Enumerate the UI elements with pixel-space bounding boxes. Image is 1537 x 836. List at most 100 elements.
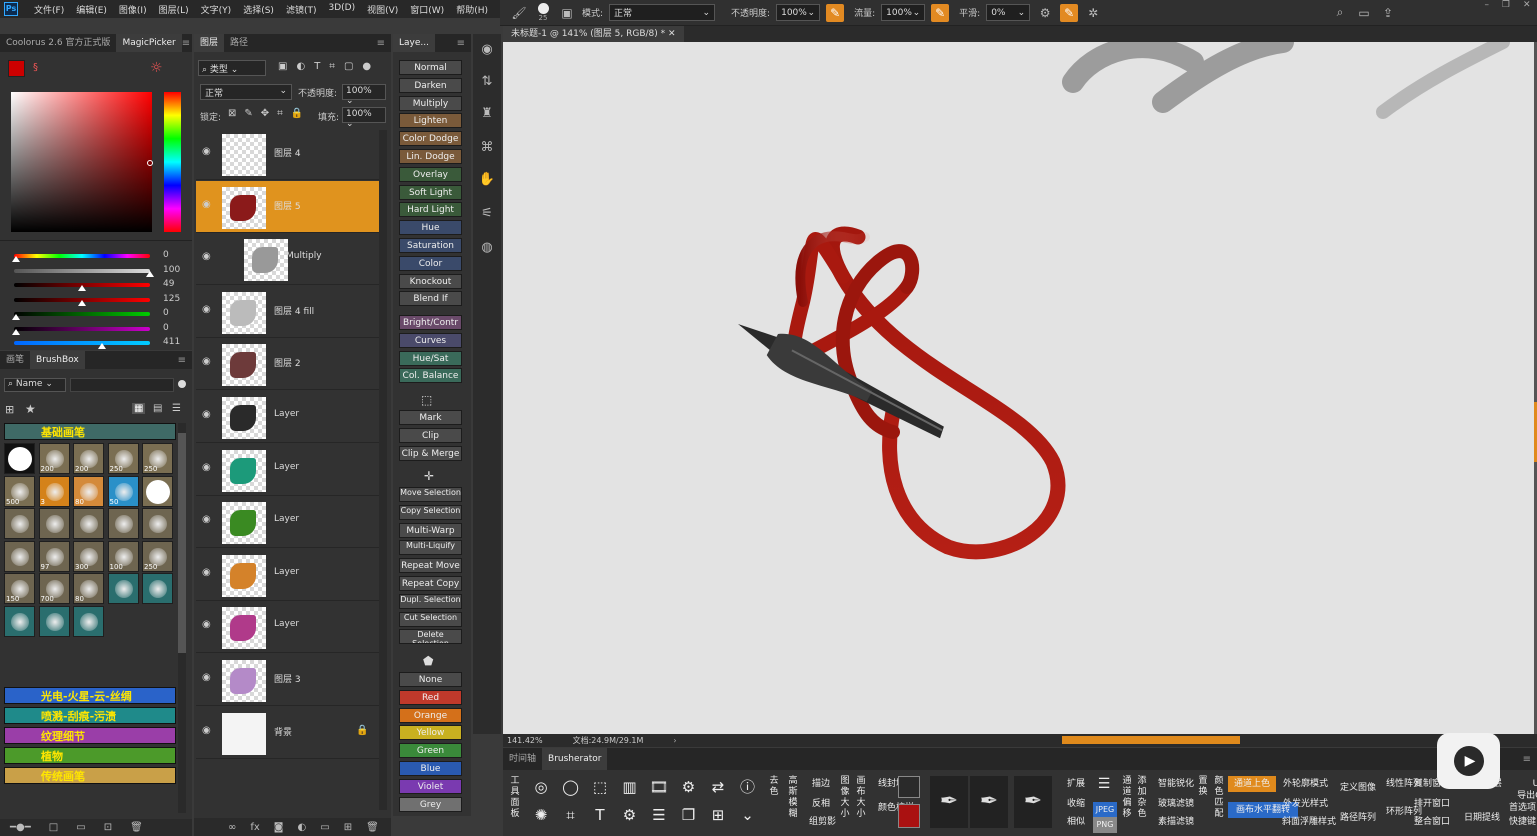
layer-action-button[interactable]: Clip xyxy=(399,427,462,443)
brusherator-button[interactable]: 工具面板 xyxy=(509,776,521,820)
layer-action-button[interactable]: Grey xyxy=(399,796,462,812)
menu-item-7[interactable]: 3D(D) xyxy=(322,3,361,16)
new-brush-icon[interactable]: ⊡ xyxy=(104,822,112,833)
brusherator-button[interactable]: 添加杂色 xyxy=(1136,776,1148,820)
add-mask-icon[interactable]: ◙ xyxy=(274,822,284,833)
brush-fan-icon[interactable]: ✒ xyxy=(1014,776,1052,828)
document-tab[interactable]: 未标题-1 @ 141% (图层 5, RGB/8) * ✕ xyxy=(503,26,684,42)
color-link-icon[interactable]: § xyxy=(33,62,38,73)
tab-brusherator[interactable]: Brusherator xyxy=(542,748,608,770)
eye-icon[interactable]: ◉ xyxy=(202,567,214,579)
tab-magicpicker[interactable]: MagicPicker xyxy=(116,34,182,52)
lock-pixels-icon[interactable]: ✎ xyxy=(244,108,252,119)
settings-icon[interactable]: ⚙ xyxy=(617,803,643,827)
color-slider-4[interactable] xyxy=(14,312,150,316)
brusherator-button[interactable]: 快捷键 xyxy=(1504,814,1537,830)
layer-action-button[interactable]: Soft Light xyxy=(399,184,462,200)
folder-icon[interactable]: ▭ xyxy=(76,822,85,833)
detail-view-icon[interactable]: ☰ xyxy=(172,403,181,414)
panel-menu-icon[interactable]: ≡ xyxy=(457,38,471,49)
grid-icon[interactable]: ⊞ xyxy=(705,803,731,827)
menu-item-1[interactable]: 编辑(E) xyxy=(70,3,113,16)
slider-thumb[interactable] xyxy=(12,328,20,335)
menu-item-3[interactable]: 图层(L) xyxy=(153,3,195,16)
eye-icon[interactable]: ◉ xyxy=(202,199,214,211)
layer-row[interactable]: ◉ Layer xyxy=(196,496,379,549)
eye-icon[interactable]: ◉ xyxy=(202,356,214,368)
brusherator-button[interactable]: 组剪影 xyxy=(804,814,841,830)
brusherator-button[interactable]: 收缩 xyxy=(1063,796,1089,812)
color-swatch-top[interactable] xyxy=(898,776,920,798)
brush-preset[interactable] xyxy=(107,508,139,539)
brush-preset[interactable] xyxy=(4,443,35,474)
rect-select-icon[interactable]: ⬚ xyxy=(587,775,613,799)
color-slider-1[interactable] xyxy=(14,268,150,273)
adjustment-filter-icon[interactable]: ◐ xyxy=(296,61,305,72)
brush-preset[interactable]: 200 xyxy=(38,443,70,474)
brusherator-button[interactable]: 颜色匹配 xyxy=(1213,776,1225,820)
info-icon[interactable]: ⓘ xyxy=(735,775,761,799)
brush-preset[interactable] xyxy=(38,605,70,637)
robot-icon[interactable]: ♜ xyxy=(477,104,497,124)
layer-action-button[interactable]: Hue/Sat xyxy=(399,350,462,366)
globe-icon[interactable]: ◍ xyxy=(477,238,497,258)
video-play-button[interactable]: ▶ xyxy=(1437,733,1500,789)
layer-action-button[interactable]: Blue xyxy=(399,761,462,776)
foreground-swatch[interactable] xyxy=(8,60,25,77)
mode-select[interactable]: 正常 ⌄ xyxy=(609,4,716,21)
layer-row[interactable]: ◉ Multiply xyxy=(196,233,379,286)
layer-action-button[interactable]: Clip & Merge xyxy=(399,445,462,461)
brusherator-button[interactable]: 通道偏移 xyxy=(1121,776,1133,820)
layer-action-button[interactable]: Col. Balance xyxy=(399,368,462,384)
saturation-value-square[interactable] xyxy=(11,92,152,232)
brush-preset[interactable]: 150 xyxy=(4,573,35,604)
tab-layer-actions[interactable]: Laye... xyxy=(393,34,435,52)
layer-row[interactable]: ◉ Layer xyxy=(196,601,379,654)
brush-group-header[interactable]: 喷溅-刮痕-污渍 xyxy=(4,707,176,724)
new-group-icon[interactable]: ⊞ xyxy=(5,403,14,416)
brusherator-button[interactable]: 图像大小 xyxy=(839,776,851,820)
brush-preset[interactable]: 80 xyxy=(73,573,104,604)
eye-icon[interactable]: ◉ xyxy=(202,514,214,526)
brush-preset[interactable] xyxy=(38,508,70,539)
color-slider-6[interactable] xyxy=(14,341,150,345)
layer-action-button[interactable]: Overlay xyxy=(399,166,462,182)
brusherator-button[interactable]: 外发光样式 xyxy=(1276,796,1335,812)
brusherator-button[interactable]: 外轮廓模式 xyxy=(1276,776,1335,792)
layer-action-button[interactable]: Darken xyxy=(399,77,462,93)
brusherator-button[interactable]: 画布大小 xyxy=(855,776,867,820)
eye-icon[interactable]: ◉ xyxy=(202,409,214,421)
fx-icon[interactable]: fx xyxy=(250,822,259,833)
layer-action-button[interactable]: Multiply xyxy=(399,95,462,111)
layer-action-button[interactable]: Move Selection xyxy=(399,487,462,502)
layer-action-button[interactable]: Hue xyxy=(399,220,462,236)
brusherator-button[interactable]: 定义图像 xyxy=(1334,780,1382,796)
crop-icon[interactable]: ⌗ xyxy=(558,803,584,827)
slider-thumb[interactable] xyxy=(12,256,20,262)
layer-row[interactable]: ◉ Layer xyxy=(196,549,379,601)
layer-action-button[interactable]: Mark xyxy=(399,410,462,425)
brush-preset[interactable]: 200 xyxy=(73,443,104,474)
pixel-filter-icon[interactable]: ▣ xyxy=(278,61,287,72)
layer-row[interactable]: ◉ Layer xyxy=(196,444,379,496)
brusherator-button[interactable]: 描边 xyxy=(808,776,834,792)
slider-thumb[interactable] xyxy=(78,299,86,306)
brush-preset[interactable]: 700 xyxy=(38,573,70,604)
brusherator-button[interactable]: 反相 xyxy=(808,796,834,812)
layer-row[interactable]: ◉ 背景 🔒 xyxy=(196,707,379,759)
favorite-star-icon[interactable]: ★ xyxy=(25,402,36,416)
tab-layers[interactable]: 图层 xyxy=(194,34,225,52)
copy-icon[interactable]: ❐ xyxy=(676,803,702,827)
brush-filter-select[interactable]: ⌕ Name ⌄ xyxy=(4,378,66,392)
type-filter-icon[interactable]: T xyxy=(314,61,320,72)
new-layer-icon[interactable]: ⊞ xyxy=(344,822,352,833)
zoom-readout[interactable]: 141.42% xyxy=(507,736,543,745)
layer-row[interactable]: ◉ Layer xyxy=(196,391,379,443)
compass-icon[interactable]: ✺ xyxy=(528,803,554,827)
adjust-icon[interactable]: ⇅ xyxy=(477,72,497,92)
layer-action-button[interactable]: Color xyxy=(399,255,462,271)
format-button[interactable]: PNG xyxy=(1093,817,1117,833)
brush-size-preview[interactable]: 25 xyxy=(534,3,552,22)
shape-filter-icon[interactable]: ⌗ xyxy=(329,61,335,72)
arrow-down-icon[interactable]: ⌄ xyxy=(735,803,761,827)
